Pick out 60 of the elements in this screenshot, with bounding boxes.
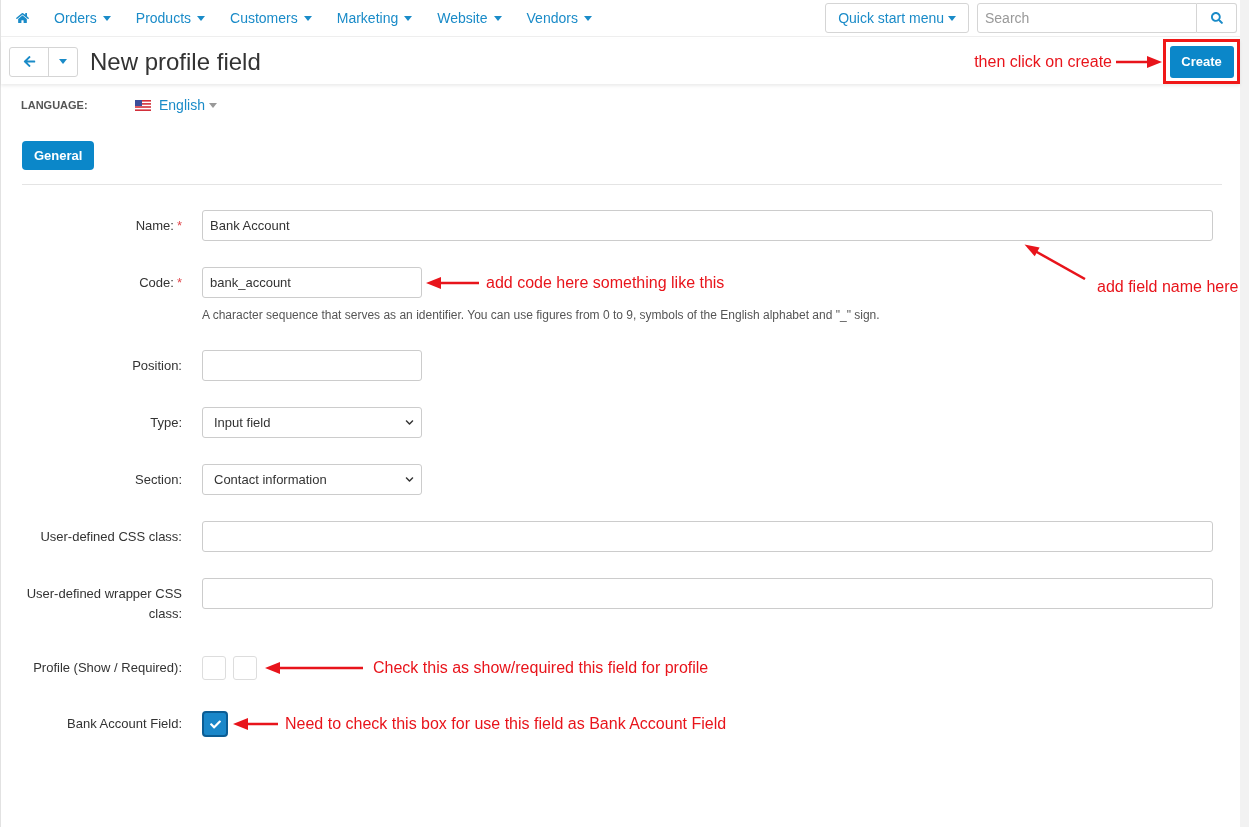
field-label: Name: bbox=[135, 218, 174, 233]
text-input[interactable]: bank_account bbox=[202, 267, 422, 298]
quick-start-menu-button[interactable]: Quick start menu bbox=[825, 3, 969, 33]
text-input[interactable] bbox=[202, 521, 1213, 552]
text-input[interactable] bbox=[202, 350, 422, 381]
search-button[interactable] bbox=[1197, 3, 1237, 33]
caret-icon bbox=[59, 59, 67, 64]
required-asterisk: * bbox=[176, 275, 182, 290]
arrow-icon bbox=[1116, 54, 1162, 69]
create-button[interactable]: Create bbox=[1169, 45, 1234, 78]
checkbox[interactable] bbox=[202, 711, 228, 737]
arrow-icon bbox=[233, 717, 278, 731]
caret-icon bbox=[197, 15, 206, 21]
nav-menu-item[interactable]: Vendors bbox=[526, 7, 592, 29]
field-label: Profile (Show / Required): bbox=[33, 660, 182, 675]
text-input[interactable]: Bank Account bbox=[202, 210, 1213, 241]
chevron-down-icon bbox=[405, 475, 414, 484]
caret-icon bbox=[303, 15, 312, 21]
annotation-text: add field name here bbox=[1097, 278, 1239, 295]
caret-icon bbox=[404, 15, 413, 21]
language-dropdown[interactable]: English bbox=[159, 95, 217, 116]
nav-menu-item[interactable]: Marketing bbox=[336, 7, 413, 29]
flag-icon bbox=[135, 100, 151, 111]
annotation-text: Need to check this box for use this field as Bank Account Field bbox=[285, 715, 727, 732]
nav-menu-item[interactable]: Products bbox=[135, 7, 206, 29]
caret-icon bbox=[208, 103, 217, 108]
required-asterisk: * bbox=[176, 218, 182, 233]
field-label: Code: bbox=[139, 275, 174, 290]
text-input[interactable] bbox=[202, 578, 1213, 609]
home-icon[interactable] bbox=[16, 12, 29, 24]
field-label: Position: bbox=[132, 358, 182, 373]
caret-icon bbox=[583, 15, 592, 21]
dropdown-field[interactable]: Input field bbox=[202, 407, 422, 438]
language-label: LANGUAGE: bbox=[21, 98, 89, 114]
tab[interactable]: General bbox=[22, 141, 95, 170]
annotation-text: then click on create bbox=[974, 52, 1112, 71]
field-label: User-defined wrapper CSS class: bbox=[26, 586, 182, 621]
field-label: Type: bbox=[150, 415, 182, 430]
nav-menu-item[interactable]: Orders bbox=[54, 7, 111, 29]
help-text: A character sequence that serves as an identifier. You can use figures from 0 to 9, symbols of the English alphabet and "_" sign. bbox=[202, 307, 880, 323]
annotation-text: add code here something like this bbox=[486, 273, 725, 291]
arrow-icon bbox=[1024, 244, 1086, 280]
caret-icon bbox=[948, 15, 956, 21]
page-title: New profile field bbox=[90, 46, 261, 77]
dropdown-field[interactable]: Contact information bbox=[202, 464, 422, 495]
annotation-text: Check this as show/required this field for profile bbox=[373, 659, 709, 676]
chevron-down-icon bbox=[405, 418, 414, 427]
field-label: Section: bbox=[135, 472, 182, 487]
check-icon bbox=[209, 718, 221, 730]
arrow-left-icon bbox=[22, 55, 36, 68]
field-label: Bank Account Field: bbox=[67, 716, 182, 731]
field-label: User-defined CSS class: bbox=[40, 529, 182, 544]
arrow-icon bbox=[265, 661, 363, 675]
search-icon bbox=[1210, 12, 1223, 24]
search-field[interactable]: Search bbox=[977, 3, 1197, 33]
nav-menu-item[interactable]: Customers bbox=[230, 7, 312, 29]
caret-icon bbox=[493, 15, 502, 21]
arrow-icon bbox=[426, 275, 479, 290]
caret-icon bbox=[102, 15, 111, 21]
nav-menu-item[interactable]: Website bbox=[437, 7, 502, 29]
